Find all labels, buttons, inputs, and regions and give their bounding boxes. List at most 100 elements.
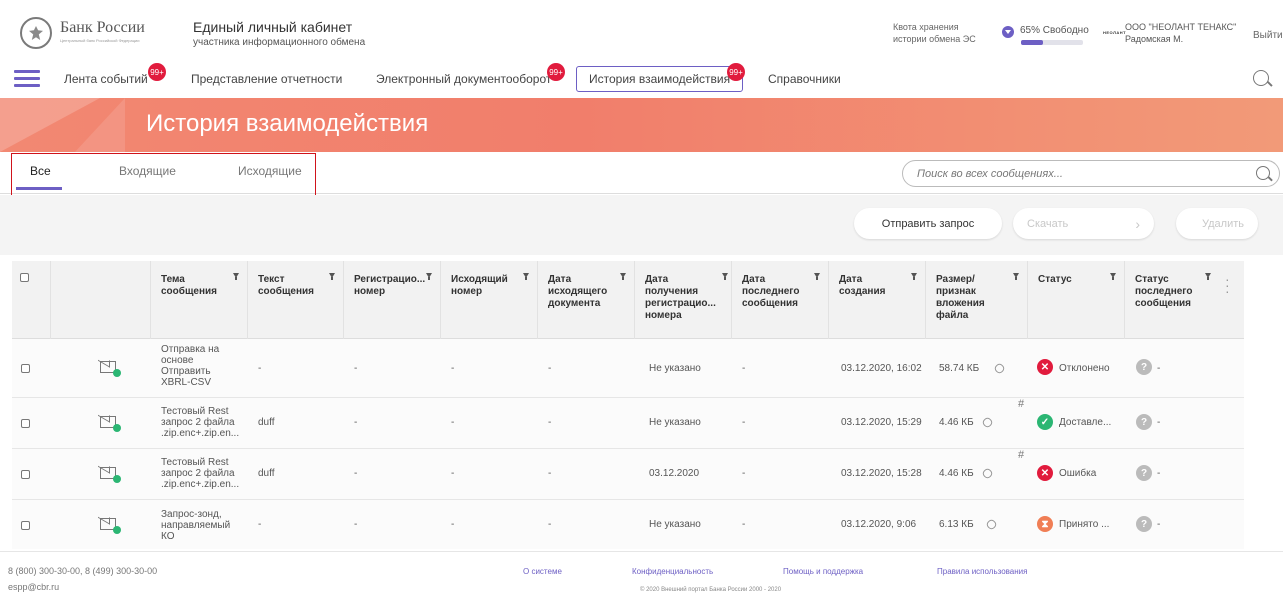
status-delivered-icon: ✓ bbox=[1037, 414, 1053, 430]
hash-mark: # bbox=[1018, 398, 1025, 410]
cell-topic: Запрос-зонд, направляемый КО bbox=[161, 509, 231, 542]
table-row[interactable]: Отправка на основе Отправить XBRL-CSV - … bbox=[12, 339, 1244, 398]
filter-icon[interactable] bbox=[426, 273, 432, 280]
outgoing-badge-icon bbox=[113, 526, 121, 534]
table-scrollbar[interactable] bbox=[1244, 261, 1254, 549]
cell-last-date: - bbox=[742, 417, 746, 428]
cell-reg: - bbox=[354, 363, 358, 374]
nav-item-history[interactable]: История взаимодействия bbox=[576, 66, 744, 92]
bank-emblem-icon[interactable] bbox=[20, 17, 52, 49]
col-last-status[interactable]: Статус последнего сообщения · · · bbox=[1125, 261, 1244, 339]
filter-icon[interactable] bbox=[523, 273, 529, 280]
footer-link-privacy[interactable]: Конфиденциальность bbox=[632, 567, 713, 576]
cell-last-status: - bbox=[1157, 417, 1161, 428]
footer-link-rules[interactable]: Правила использования bbox=[937, 567, 1027, 576]
help-icon: ? bbox=[1136, 465, 1152, 481]
cell-reg: - bbox=[354, 519, 358, 530]
search-input[interactable]: Поиск во всех сообщениях... bbox=[902, 160, 1280, 187]
nav-badge-edo: 99+ bbox=[547, 63, 565, 81]
header-icon-cell bbox=[51, 261, 151, 339]
footer-email[interactable]: espp@cbr.ru bbox=[8, 582, 59, 592]
nav-item-events[interactable]: Лента событий bbox=[64, 72, 148, 86]
chevron-right-icon: › bbox=[1135, 215, 1140, 232]
search-icon[interactable] bbox=[1253, 70, 1269, 86]
banner-decoration bbox=[75, 98, 125, 152]
quota-text: 65% Свободно bbox=[1020, 25, 1089, 36]
cell-topic: Отправка на основе Отправить XBRL-CSV bbox=[161, 344, 220, 388]
send-request-button[interactable]: Отправить запрос bbox=[854, 208, 1002, 239]
col-topic[interactable]: Тема сообщения bbox=[151, 261, 248, 339]
col-last-date[interactable]: Дата последнего сообщения bbox=[732, 261, 829, 339]
search-icon[interactable] bbox=[1256, 166, 1270, 180]
quota-label-line2: истории обмена ЭС bbox=[893, 34, 976, 44]
help-icon: ? bbox=[1136, 359, 1152, 375]
cell-created: 03.12.2020, 9:06 bbox=[841, 519, 917, 530]
nav-item-reporting[interactable]: Представление отчетности bbox=[191, 72, 342, 86]
status-accepted-hourglass-icon: ⧗ bbox=[1037, 516, 1053, 532]
col-out-date-label: Дата исходящего документа bbox=[548, 274, 608, 309]
menu-icon-bar bbox=[14, 70, 40, 73]
messages-table: Тема сообщения Текст сообщения Регистрац… bbox=[12, 261, 1244, 549]
col-reg-date[interactable]: Дата получения регистрацио... номера bbox=[635, 261, 732, 339]
col-created[interactable]: Дата создания bbox=[829, 261, 926, 339]
cell-reg-date: Не указано bbox=[649, 519, 701, 530]
nav-item-edo[interactable]: Электронный документооборот bbox=[376, 72, 551, 86]
cell-last-date: - bbox=[742, 363, 746, 374]
filter-icon[interactable] bbox=[722, 273, 728, 280]
col-last-status-label: Статус последнего сообщения bbox=[1135, 274, 1193, 309]
cell-text: duff bbox=[258, 417, 275, 428]
col-out-number[interactable]: Исходящий номер bbox=[441, 261, 538, 339]
cell-last-status: - bbox=[1157, 468, 1161, 479]
cell-size: 4.46 КБ bbox=[939, 417, 974, 428]
org-logo: НЕОЛАНТ bbox=[1103, 30, 1127, 35]
filter-icon[interactable] bbox=[329, 273, 335, 280]
help-icon: ? bbox=[1136, 414, 1152, 430]
cell-last-status: - bbox=[1157, 363, 1161, 374]
cell-status: Отклонено bbox=[1059, 363, 1110, 374]
row-checkbox[interactable] bbox=[21, 470, 30, 479]
filter-icon[interactable] bbox=[814, 273, 820, 280]
col-out-number-label: Исходящий номер bbox=[451, 274, 508, 297]
menu-icon-bar bbox=[14, 77, 40, 80]
col-reg-number-label: Регистрацио... номер bbox=[354, 274, 426, 297]
nav-item-directories[interactable]: Справочники bbox=[768, 72, 841, 86]
row-checkbox[interactable] bbox=[21, 364, 30, 373]
col-out-date[interactable]: Дата исходящего документа bbox=[538, 261, 635, 339]
menu-icon[interactable] bbox=[14, 70, 40, 88]
cell-text: - bbox=[258, 363, 262, 374]
logo-title[interactable]: Банк России bbox=[60, 19, 145, 37]
table-row[interactable]: Тестовый Rest запрос 2 файла .zip.enc+.z… bbox=[12, 398, 1244, 449]
filter-icon[interactable] bbox=[911, 273, 917, 280]
table-row[interactable]: Запрос-зонд, направляемый КО - - - - Не … bbox=[12, 500, 1244, 549]
filter-icon[interactable] bbox=[620, 273, 626, 280]
download-button[interactable]: Скачать › bbox=[1013, 208, 1154, 239]
cell-reg-date: Не указано bbox=[649, 417, 701, 428]
cell-status: Принято ... bbox=[1059, 519, 1110, 530]
app: Банк России Центральный банк Российской … bbox=[0, 0, 1283, 595]
col-text[interactable]: Текст сообщения bbox=[248, 261, 344, 339]
delete-button[interactable]: Удалить bbox=[1176, 208, 1258, 239]
col-size[interactable]: Размер/ признак вложения файла bbox=[926, 261, 1028, 339]
attachment-icon bbox=[981, 416, 994, 429]
filter-icon[interactable] bbox=[1013, 273, 1019, 280]
select-all-checkbox[interactable] bbox=[20, 273, 29, 282]
filter-icon[interactable] bbox=[1110, 273, 1116, 280]
more-options-icon[interactable]: · · · bbox=[1225, 272, 1230, 298]
footer-link-about[interactable]: О системе bbox=[523, 567, 562, 576]
footer-link-help[interactable]: Помощь и поддержка bbox=[783, 567, 863, 576]
col-status[interactable]: Статус bbox=[1028, 261, 1125, 339]
filter-icon[interactable] bbox=[233, 273, 239, 280]
chevron-down-icon[interactable] bbox=[1002, 26, 1014, 38]
logout-link[interactable]: Выйти bbox=[1253, 30, 1283, 41]
row-checkbox[interactable] bbox=[21, 419, 30, 428]
cell-out-date: - bbox=[548, 363, 552, 374]
filter-icon[interactable] bbox=[1205, 273, 1211, 280]
table-row[interactable]: Тестовый Rest запрос 2 файла .zip.enc+.z… bbox=[12, 449, 1244, 500]
col-reg-number[interactable]: Регистрацио... номер bbox=[344, 261, 441, 339]
row-checkbox[interactable] bbox=[21, 521, 30, 530]
cell-topic: Тестовый Rest запрос 2 файла .zip.enc+.z… bbox=[161, 406, 240, 439]
org-info[interactable]: ООО "НЕОЛАНТ ТЕНАКС" Радомская М. bbox=[1125, 21, 1236, 45]
outgoing-badge-icon bbox=[113, 424, 121, 432]
cell-out: - bbox=[451, 363, 455, 374]
hash-mark: # bbox=[1018, 449, 1025, 461]
